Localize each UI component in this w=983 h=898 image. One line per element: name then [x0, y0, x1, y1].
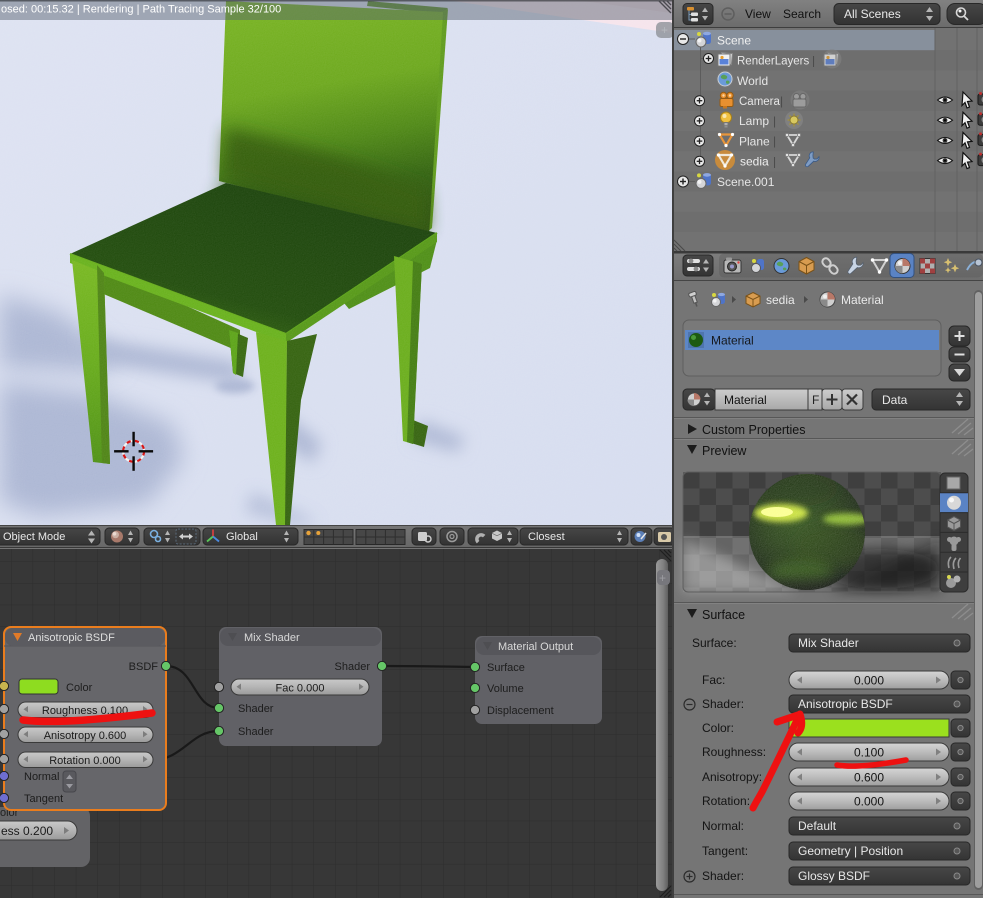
svg-text:|: |: [773, 134, 776, 148]
svg-text:Color:: Color:: [702, 721, 734, 735]
svg-text:osed: 00:15.32 | Rendering | P: osed: 00:15.32 | Rendering | Path Tracin…: [1, 4, 281, 16]
svg-text:Anisotropic BSDF: Anisotropic BSDF: [28, 632, 115, 644]
svg-text:Data: Data: [882, 393, 908, 407]
svg-text:Surface: Surface: [487, 662, 525, 674]
svg-text:All Scenes: All Scenes: [844, 7, 901, 21]
svg-text:Rotation 0.000: Rotation 0.000: [49, 755, 121, 767]
svg-text:Preview: Preview: [702, 444, 747, 458]
svg-text:Shader: Shader: [335, 661, 371, 673]
svg-text:Tangent: Tangent: [24, 793, 63, 805]
svg-text:Closest: Closest: [528, 531, 565, 543]
svg-text:sedia: sedia: [740, 155, 769, 169]
svg-text:Anisotropy 0.600: Anisotropy 0.600: [44, 730, 127, 742]
svg-text:Anisotropy:: Anisotropy:: [702, 770, 762, 784]
svg-text:Anisotropic BSDF: Anisotropic BSDF: [798, 697, 893, 711]
svg-text:Material: Material: [841, 293, 884, 307]
svg-text:Normal: Normal: [24, 771, 59, 783]
svg-text:F: F: [812, 393, 819, 407]
svg-text:Shader: Shader: [238, 726, 274, 738]
svg-text:|: |: [812, 54, 815, 68]
svg-text:RenderLayers: RenderLayers: [737, 56, 809, 68]
svg-text:Shader:: Shader:: [702, 869, 744, 883]
svg-text:Material Output: Material Output: [498, 641, 573, 653]
svg-text:0.000: 0.000: [854, 795, 884, 809]
svg-text:0.100: 0.100: [854, 746, 884, 760]
svg-text:Displacement: Displacement: [487, 705, 554, 717]
svg-text:Mix Shader: Mix Shader: [244, 632, 300, 644]
svg-text:Camera: Camera: [739, 96, 781, 108]
svg-text:Mix Shader: Mix Shader: [798, 636, 859, 650]
svg-text:Global: Global: [226, 531, 258, 543]
svg-text:Tangent:: Tangent:: [702, 844, 748, 858]
svg-text:Material: Material: [711, 334, 754, 348]
svg-text:Fac:: Fac:: [702, 673, 725, 687]
svg-text:sedia: sedia: [766, 293, 795, 307]
svg-text:0.000: 0.000: [854, 674, 884, 688]
svg-text:Roughness:: Roughness:: [702, 745, 766, 759]
svg-text:ess 0.200: ess 0.200: [1, 824, 53, 838]
svg-text:Shader:: Shader:: [702, 697, 744, 711]
svg-text:World: World: [737, 74, 768, 88]
svg-text:Lamp: Lamp: [739, 114, 769, 128]
svg-text:Material: Material: [724, 393, 767, 407]
svg-text:BSDF: BSDF: [129, 661, 159, 673]
svg-text:0.600: 0.600: [854, 771, 884, 785]
svg-text:Normal:: Normal:: [702, 819, 744, 833]
svg-text:Glossy BSDF: Glossy BSDF: [798, 869, 870, 883]
svg-text:Surface: Surface: [702, 608, 745, 622]
svg-text:Rotation:: Rotation:: [702, 794, 750, 808]
svg-text:Shader: Shader: [238, 703, 274, 715]
svg-text:Scene: Scene: [717, 34, 751, 48]
svg-text:Custom Properties: Custom Properties: [702, 423, 806, 437]
svg-text:Surface:: Surface:: [692, 636, 737, 650]
svg-text:Object Mode: Object Mode: [3, 531, 65, 543]
svg-text:|: |: [773, 154, 776, 168]
svg-text:+: +: [659, 571, 666, 585]
svg-text:Search: Search: [783, 7, 821, 21]
svg-text:Fac 0.000: Fac 0.000: [276, 683, 325, 695]
svg-text:|: |: [773, 114, 776, 128]
svg-text:Geometry | Position: Geometry | Position: [798, 844, 903, 858]
svg-text:Default: Default: [798, 819, 837, 833]
svg-text:+: +: [661, 23, 668, 37]
svg-text:Scene.001: Scene.001: [717, 175, 775, 189]
svg-text:View: View: [745, 7, 771, 21]
svg-text:Volume: Volume: [487, 683, 524, 695]
svg-text:Plane: Plane: [739, 134, 770, 148]
svg-text:Color: Color: [66, 682, 93, 694]
svg-text:|: |: [780, 94, 783, 108]
